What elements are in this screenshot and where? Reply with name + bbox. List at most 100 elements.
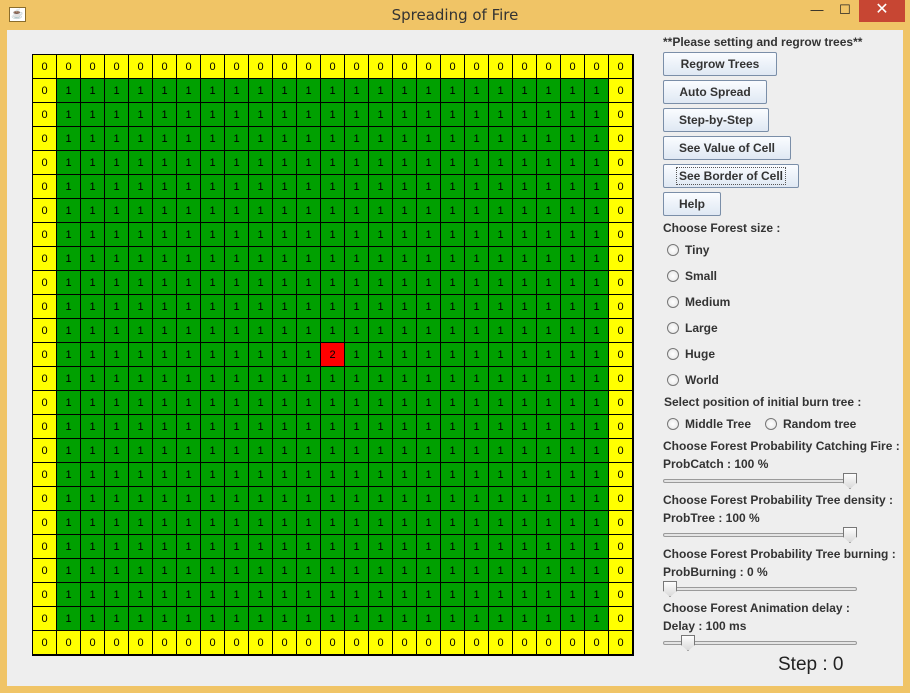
- tree-cell[interactable]: 1: [129, 103, 153, 127]
- tree-cell[interactable]: 1: [345, 79, 369, 103]
- tree-cell[interactable]: 1: [537, 367, 561, 391]
- tree-cell[interactable]: 1: [153, 319, 177, 343]
- tree-cell[interactable]: 1: [345, 583, 369, 607]
- tree-cell[interactable]: 1: [177, 487, 201, 511]
- border-cell[interactable]: 0: [537, 631, 561, 655]
- tree-cell[interactable]: 1: [105, 487, 129, 511]
- tree-cell[interactable]: 1: [393, 607, 417, 631]
- tree-cell[interactable]: 1: [297, 343, 321, 367]
- border-cell[interactable]: 0: [609, 127, 633, 151]
- tree-cell[interactable]: 1: [417, 439, 441, 463]
- border-cell[interactable]: 0: [345, 55, 369, 79]
- tree-cell[interactable]: 1: [81, 607, 105, 631]
- tree-cell[interactable]: 1: [129, 487, 153, 511]
- border-cell[interactable]: 0: [609, 511, 633, 535]
- tree-cell[interactable]: 1: [369, 295, 393, 319]
- tree-cell[interactable]: 1: [561, 343, 585, 367]
- tree-cell[interactable]: 1: [81, 343, 105, 367]
- tree-cell[interactable]: 1: [249, 127, 273, 151]
- tree-cell[interactable]: 1: [273, 79, 297, 103]
- tree-cell[interactable]: 1: [393, 199, 417, 223]
- prob-burning-slider[interactable]: [663, 580, 857, 598]
- tree-cell[interactable]: 1: [489, 127, 513, 151]
- tree-cell[interactable]: 1: [585, 271, 609, 295]
- tree-cell[interactable]: 1: [417, 367, 441, 391]
- tree-cell[interactable]: 1: [393, 583, 417, 607]
- tree-cell[interactable]: 1: [129, 79, 153, 103]
- tree-cell[interactable]: 1: [561, 511, 585, 535]
- tree-cell[interactable]: 1: [273, 367, 297, 391]
- tree-cell[interactable]: 1: [81, 247, 105, 271]
- tree-cell[interactable]: 1: [513, 79, 537, 103]
- tree-cell[interactable]: 1: [345, 415, 369, 439]
- tree-cell[interactable]: 1: [585, 511, 609, 535]
- border-cell[interactable]: 0: [33, 127, 57, 151]
- tree-cell[interactable]: 1: [441, 511, 465, 535]
- tree-cell[interactable]: 1: [393, 175, 417, 199]
- burning-cell[interactable]: 2: [321, 343, 345, 367]
- tree-cell[interactable]: 1: [585, 151, 609, 175]
- border-cell[interactable]: 0: [537, 55, 561, 79]
- tree-cell[interactable]: 1: [81, 295, 105, 319]
- tree-cell[interactable]: 1: [561, 535, 585, 559]
- see-value-button[interactable]: See Value of Cell: [663, 136, 791, 160]
- tree-cell[interactable]: 1: [105, 175, 129, 199]
- tree-cell[interactable]: 1: [513, 103, 537, 127]
- tree-cell[interactable]: 1: [513, 367, 537, 391]
- border-cell[interactable]: 0: [33, 535, 57, 559]
- tree-cell[interactable]: 1: [417, 463, 441, 487]
- tree-cell[interactable]: 1: [489, 223, 513, 247]
- border-cell[interactable]: 0: [609, 631, 633, 655]
- tree-cell[interactable]: 1: [273, 439, 297, 463]
- tree-cell[interactable]: 1: [57, 103, 81, 127]
- border-cell[interactable]: 0: [153, 55, 177, 79]
- tree-cell[interactable]: 1: [489, 199, 513, 223]
- tree-cell[interactable]: 1: [561, 247, 585, 271]
- tree-cell[interactable]: 1: [57, 607, 81, 631]
- border-cell[interactable]: 0: [33, 631, 57, 655]
- border-cell[interactable]: 0: [33, 271, 57, 295]
- tree-cell[interactable]: 1: [105, 247, 129, 271]
- tree-cell[interactable]: 1: [369, 127, 393, 151]
- tree-cell[interactable]: 1: [369, 151, 393, 175]
- tree-cell[interactable]: 1: [321, 439, 345, 463]
- tree-cell[interactable]: 1: [321, 199, 345, 223]
- tree-cell[interactable]: 1: [393, 463, 417, 487]
- tree-cell[interactable]: 1: [465, 247, 489, 271]
- tree-cell[interactable]: 1: [561, 271, 585, 295]
- tree-cell[interactable]: 1: [201, 391, 225, 415]
- tree-cell[interactable]: 1: [201, 559, 225, 583]
- tree-cell[interactable]: 1: [465, 607, 489, 631]
- tree-cell[interactable]: 1: [249, 319, 273, 343]
- tree-cell[interactable]: 1: [465, 415, 489, 439]
- tree-cell[interactable]: 1: [345, 247, 369, 271]
- tree-cell[interactable]: 1: [177, 247, 201, 271]
- border-cell[interactable]: 0: [441, 55, 465, 79]
- border-cell[interactable]: 0: [489, 631, 513, 655]
- border-cell[interactable]: 0: [81, 55, 105, 79]
- tree-cell[interactable]: 1: [177, 391, 201, 415]
- tree-cell[interactable]: 1: [57, 487, 81, 511]
- tree-cell[interactable]: 1: [177, 463, 201, 487]
- tree-cell[interactable]: 1: [225, 151, 249, 175]
- border-cell[interactable]: 0: [321, 631, 345, 655]
- tree-cell[interactable]: 1: [273, 223, 297, 247]
- tree-cell[interactable]: 1: [489, 367, 513, 391]
- tree-cell[interactable]: 1: [249, 439, 273, 463]
- tree-cell[interactable]: 1: [585, 247, 609, 271]
- radio-size-tiny[interactable]: Tiny: [667, 243, 709, 257]
- tree-cell[interactable]: 1: [81, 367, 105, 391]
- tree-cell[interactable]: 1: [513, 583, 537, 607]
- tree-cell[interactable]: 1: [177, 103, 201, 127]
- border-cell[interactable]: 0: [609, 151, 633, 175]
- tree-cell[interactable]: 1: [81, 223, 105, 247]
- tree-cell[interactable]: 1: [441, 175, 465, 199]
- border-cell[interactable]: 0: [345, 631, 369, 655]
- tree-cell[interactable]: 1: [537, 199, 561, 223]
- tree-cell[interactable]: 1: [393, 391, 417, 415]
- tree-cell[interactable]: 1: [345, 271, 369, 295]
- tree-cell[interactable]: 1: [105, 343, 129, 367]
- tree-cell[interactable]: 1: [177, 79, 201, 103]
- tree-cell[interactable]: 1: [129, 343, 153, 367]
- border-cell[interactable]: 0: [105, 631, 129, 655]
